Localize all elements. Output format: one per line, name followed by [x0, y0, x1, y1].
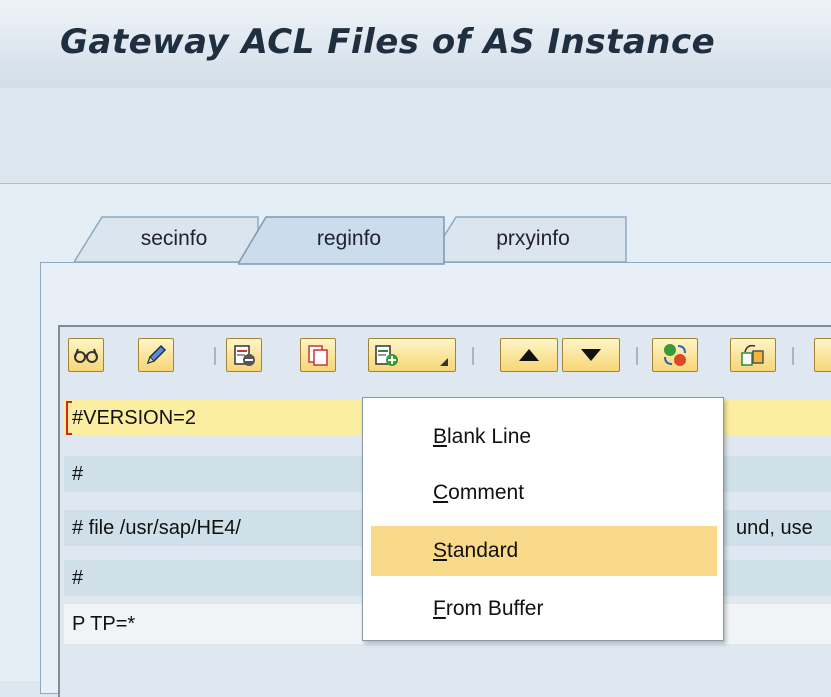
- tab-secinfo-label: secinfo: [140, 227, 208, 250]
- line-text: # file /usr/sap/HE4/: [72, 517, 241, 539]
- arrow-up-icon[interactable]: [500, 338, 558, 372]
- menu-item-mnemonic: F: [433, 597, 446, 620]
- arrow-down-icon[interactable]: [562, 338, 620, 372]
- toolbar-more-button[interactable]: [814, 338, 831, 372]
- toolbar-separator: [214, 347, 216, 365]
- check-syntax-icon[interactable]: [652, 338, 698, 372]
- line-text: #: [72, 463, 84, 485]
- editor-toolbar: [66, 335, 831, 379]
- line-text-tail: und, use: [736, 517, 813, 539]
- menu-item-blank-line[interactable]: Blank Line: [371, 412, 717, 462]
- menu-item-label: rom Buffer: [445, 597, 544, 620]
- insert-line-menu: Blank Line Comment Standard From Buffer: [362, 397, 724, 641]
- line-text: #: [72, 567, 84, 589]
- tab-reginfo-label: reginfo: [316, 227, 382, 250]
- menu-item-label: tandard: [447, 539, 519, 562]
- page-title: Gateway ACL Files of AS Instance: [60, 22, 716, 62]
- copy-row-icon[interactable]: [300, 338, 336, 372]
- tab-secinfo[interactable]: secinfo: [74, 215, 264, 263]
- toolbar-separator: [792, 347, 794, 365]
- line-text: #VERSION=2: [72, 407, 196, 429]
- insert-buffer-icon[interactable]: [730, 338, 776, 372]
- pencil-icon[interactable]: [138, 338, 174, 372]
- tab-prxyinfo[interactable]: prxyinfo: [428, 215, 628, 263]
- line-text: P TP=*: [72, 613, 136, 635]
- menu-item-mnemonic: S: [433, 539, 448, 562]
- menu-item-mnemonic: B: [433, 425, 448, 448]
- title-bar: Gateway ACL Files of AS Instance: [0, 0, 831, 89]
- menu-item-comment[interactable]: Comment: [371, 468, 717, 518]
- glasses-icon[interactable]: [68, 338, 104, 372]
- insert-row-dropdown-icon[interactable]: [368, 338, 456, 372]
- menu-item-from-buffer[interactable]: From Buffer: [371, 584, 717, 634]
- menu-item-mnemonic: C: [433, 481, 449, 504]
- tab-reginfo[interactable]: reginfo: [238, 215, 448, 265]
- cursor-bracket-icon: [66, 401, 72, 435]
- tab-prxyinfo-label: prxyinfo: [496, 227, 570, 250]
- delete-row-icon[interactable]: [226, 338, 262, 372]
- application-toolbar: [0, 88, 831, 184]
- menu-item-label: lank Line: [447, 425, 532, 448]
- menu-item-label: omment: [448, 481, 525, 504]
- toolbar-separator: [472, 347, 474, 365]
- menu-item-standard[interactable]: Standard: [371, 526, 717, 576]
- toolbar-separator: [636, 347, 638, 365]
